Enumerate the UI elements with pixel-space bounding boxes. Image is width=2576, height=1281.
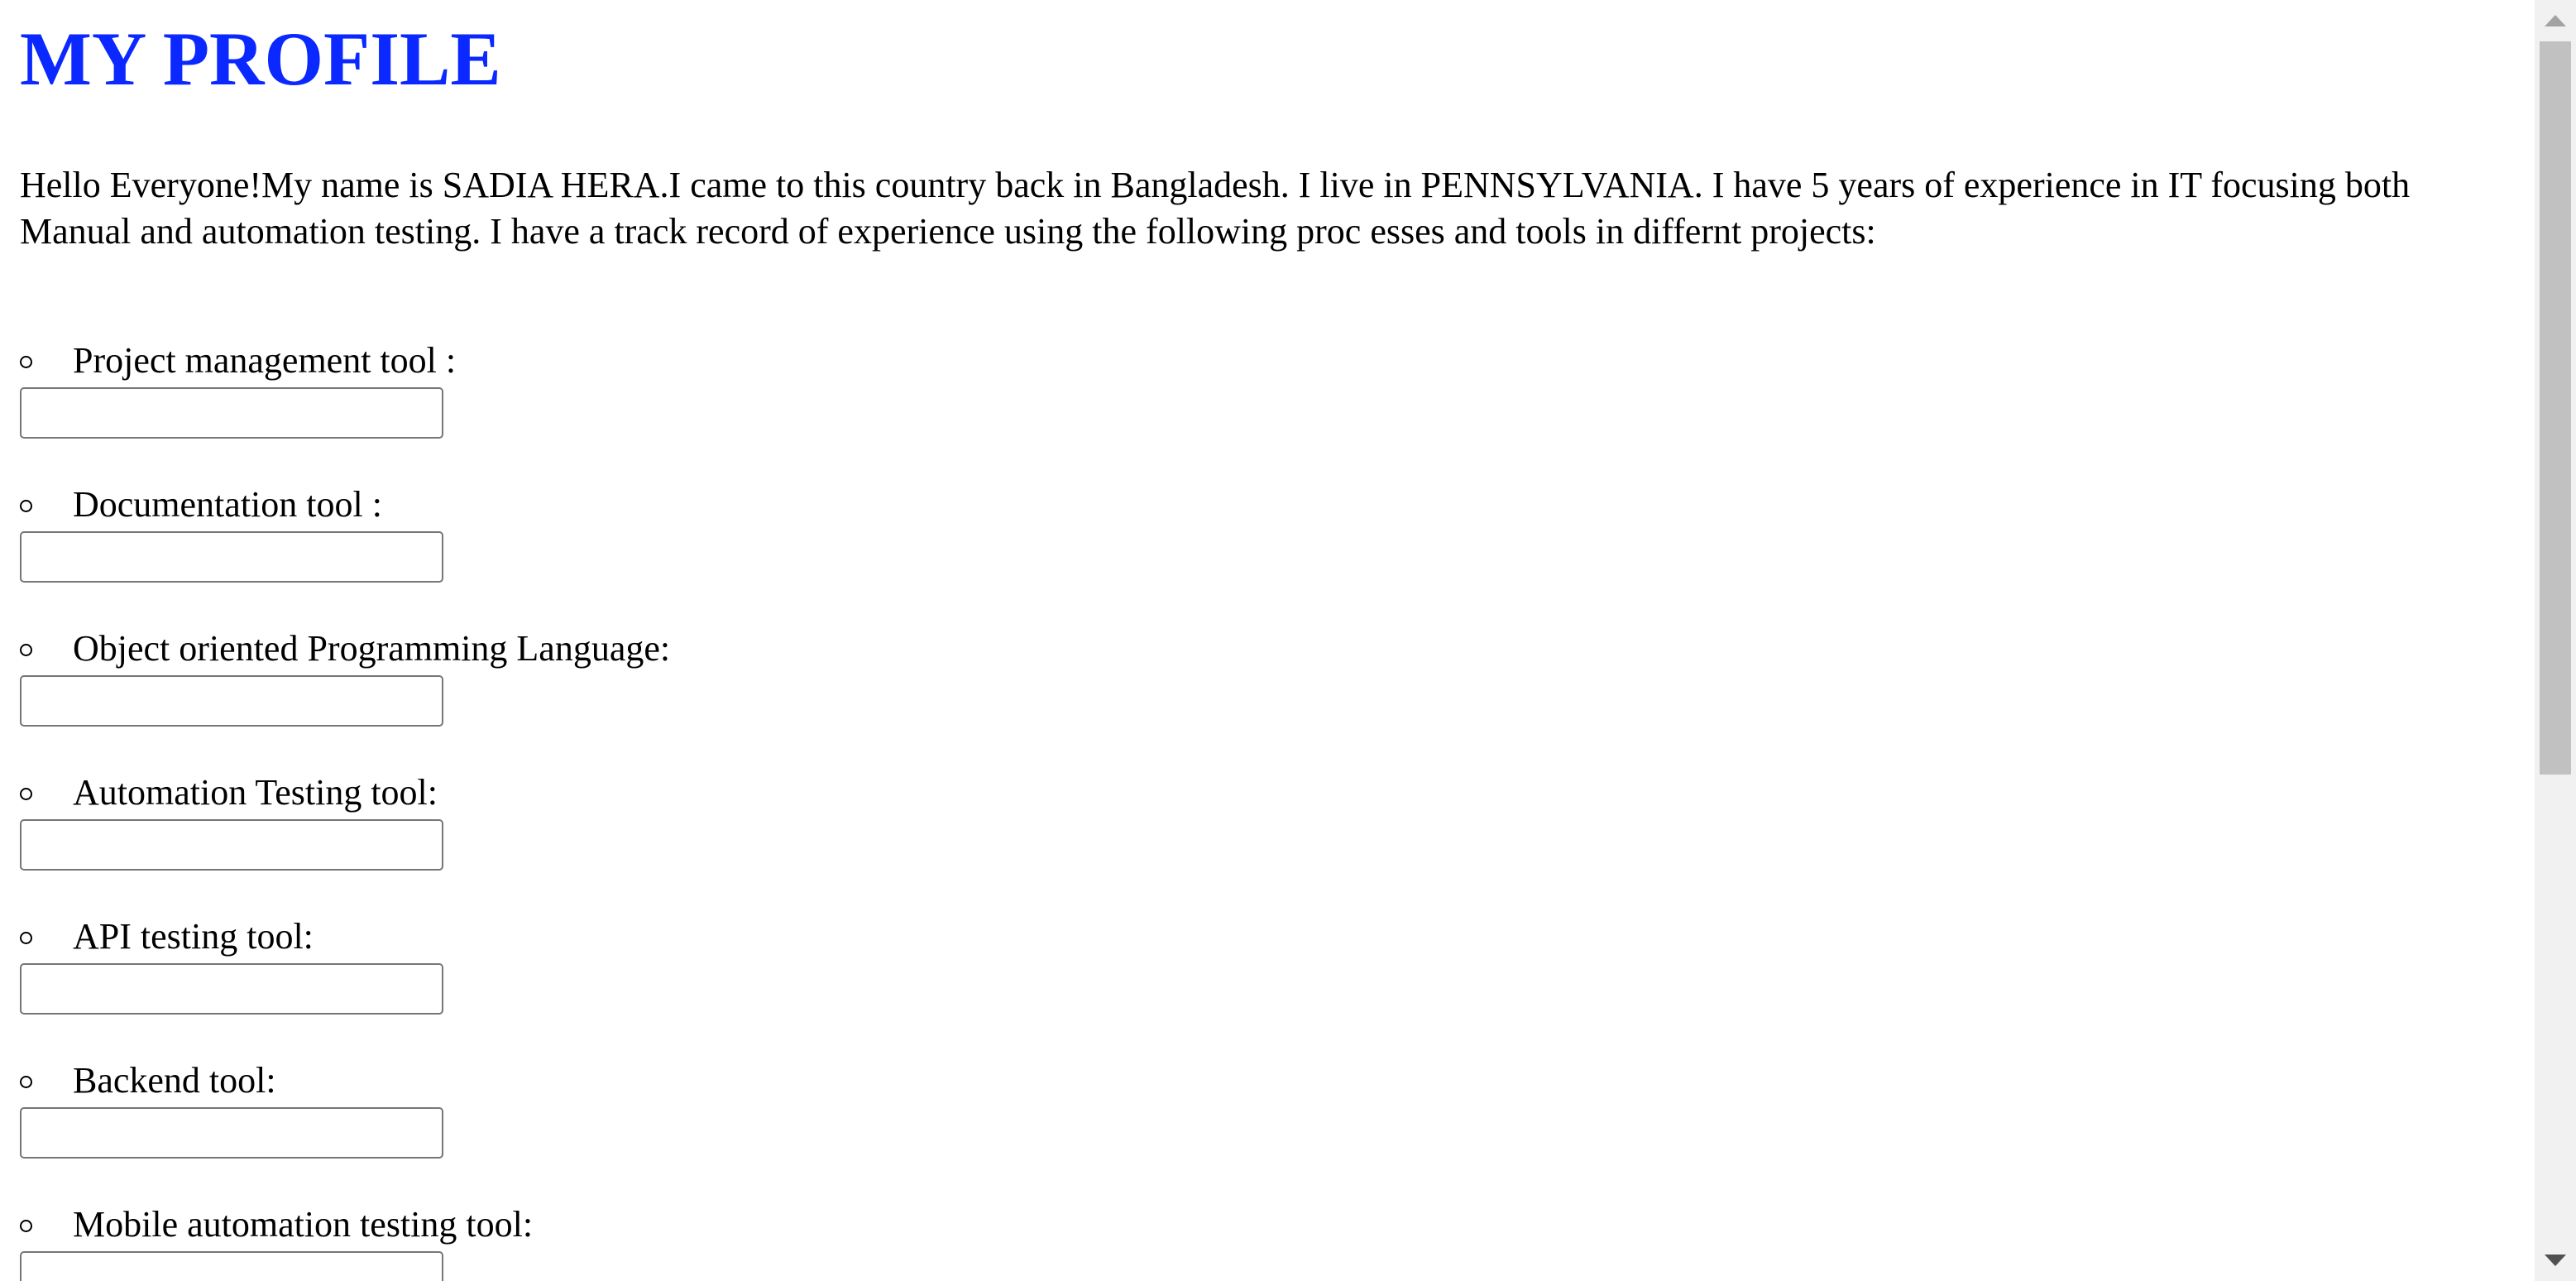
- project-management-tool-input[interactable]: [20, 387, 443, 439]
- skill-label-documentation: Documentation tool :: [73, 484, 382, 525]
- bullet-icon: [20, 788, 32, 800]
- bullet-icon: [20, 644, 32, 656]
- skill-label-mobile-automation: Mobile automation testing tool:: [73, 1204, 534, 1245]
- scroll-down-arrow-icon[interactable]: [2545, 1255, 2566, 1266]
- skill-label-oop-language: Object oriented Programming Language:: [73, 628, 671, 669]
- skill-label-automation-testing: Automation Testing tool:: [73, 772, 438, 813]
- skill-label-backend: Backend tool:: [73, 1060, 276, 1101]
- documentation-tool-input[interactable]: [20, 531, 443, 583]
- mobile-automation-testing-tool-input[interactable]: [20, 1251, 443, 1281]
- bullet-icon: [20, 500, 32, 512]
- scrollbar-thumb[interactable]: [2540, 41, 2571, 775]
- skill-label-project-management: Project management tool :: [73, 340, 457, 381]
- scroll-up-arrow-icon[interactable]: [2545, 15, 2566, 26]
- oop-language-input[interactable]: [20, 675, 443, 727]
- bullet-icon: [20, 356, 32, 368]
- skill-label-api-testing: API testing tool:: [73, 916, 314, 957]
- bullet-icon: [20, 1076, 32, 1088]
- backend-tool-input[interactable]: [20, 1107, 443, 1159]
- api-testing-tool-input[interactable]: [20, 963, 443, 1015]
- intro-paragraph: Hello Everyone!My name is SADIA HERA.I c…: [20, 165, 2411, 252]
- page: MY PROFILE Hello Everyone!My name is SAD…: [0, 0, 2535, 1281]
- page-title: MY PROFILE: [20, 17, 501, 101]
- bullet-icon: [20, 932, 32, 944]
- automation-testing-tool-input[interactable]: [20, 819, 443, 871]
- bullet-icon: [20, 1220, 32, 1232]
- vertical-scrollbar[interactable]: [2535, 0, 2576, 1281]
